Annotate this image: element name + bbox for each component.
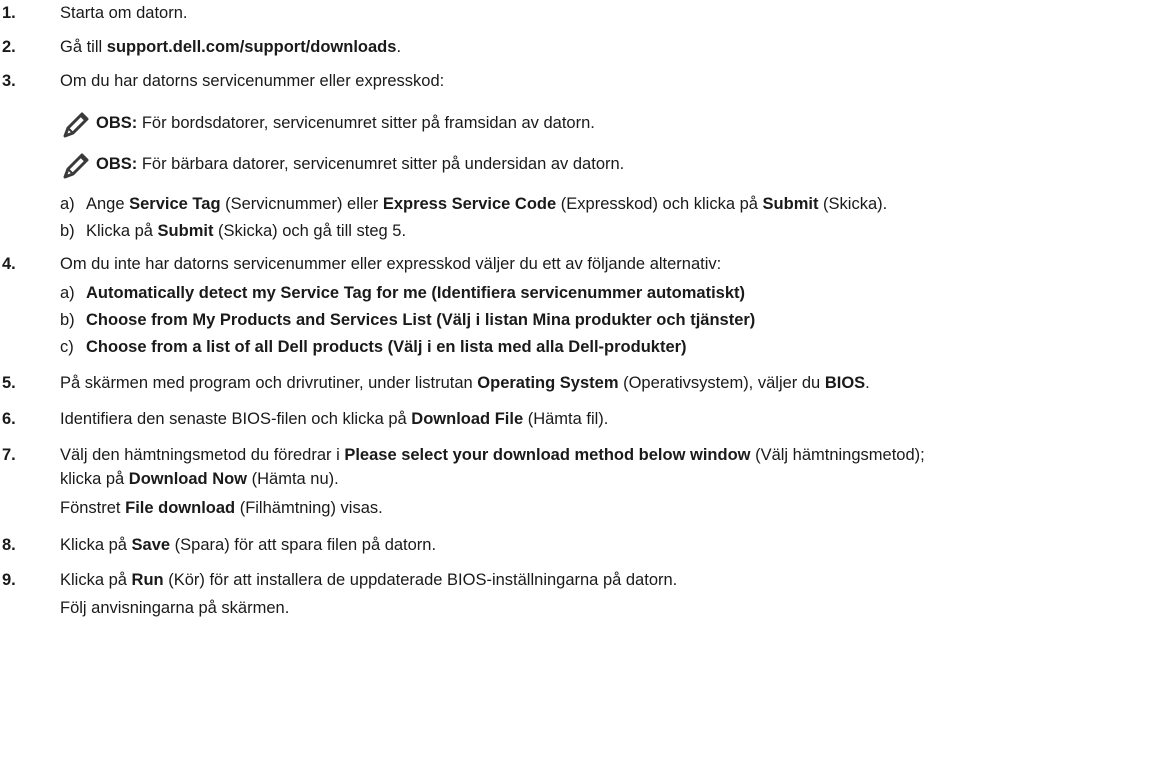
text-run: Följ anvisningarna på skärmen. <box>60 599 290 617</box>
text-run: (Servicnummer) eller <box>220 195 383 213</box>
step-number: 8. <box>2 536 16 554</box>
bold-text-run: Automatically detect my Service Tag for … <box>86 284 745 302</box>
step-text: Om du har datorns servicenummer eller ex… <box>60 68 444 95</box>
step-text: Fönstret File download (Filhämtning) vis… <box>60 495 383 522</box>
note-label: OBS: <box>96 114 138 132</box>
note-body: För bärbara datorer, servicenumret sitte… <box>137 155 625 173</box>
text-run: Klicka på <box>60 536 132 554</box>
bold-text-run: Express Service Code <box>382 195 557 213</box>
pencil-note-icon <box>63 112 89 138</box>
sub-text: Automatically detect my Service Tag for … <box>86 284 745 302</box>
step-number: 1. <box>2 4 16 22</box>
sub-letter: a) <box>60 284 75 302</box>
step-number: 6. <box>2 410 16 428</box>
text-run: (Spara) för att spara filen på datorn. <box>170 536 437 554</box>
text-run: (Kör) för att installera de uppdaterade … <box>163 571 678 589</box>
text-run: (Expresskod) och klicka på <box>556 195 763 213</box>
text-run: Klicka på <box>60 571 132 589</box>
text-run: (Operativsystem), väljer du <box>618 374 825 392</box>
bold-text-run: Choose from My Products and Services Lis… <box>86 311 756 329</box>
text-run: Ange <box>86 195 130 213</box>
text-run: . <box>396 38 402 56</box>
bold-text-run: File download <box>125 499 236 517</box>
bold-text-run: Submit <box>157 222 214 240</box>
bold-text-run: Download Now <box>128 470 248 488</box>
step-text: klicka på Download Now (Hämta nu). <box>60 466 339 493</box>
text-run: Om du inte har datorns servicenummer ell… <box>60 255 722 273</box>
step-4-sub-b: b) Choose from My Products and Services L… <box>60 311 755 330</box>
text-run: (Skicka) och gå till steg 5. <box>213 222 407 240</box>
sub-letter: b) <box>60 222 75 240</box>
text-run: (Hämta fil). <box>523 410 609 428</box>
step-number: 7. <box>2 446 16 464</box>
sub-text: Klicka på Submit (Skicka) och gå till st… <box>86 222 406 240</box>
bold-text-run: Download File <box>411 410 524 428</box>
note-body: För bordsdatorer, servicenumret sitter p… <box>137 114 595 132</box>
sub-letter: a) <box>60 195 75 213</box>
step-text: Följ anvisningarna på skärmen. <box>60 595 289 622</box>
step-text: Identifiera den senaste BIOS-filen och k… <box>60 406 608 433</box>
step-number: 2. <box>2 38 16 56</box>
note-text: OBS: För bärbara datorer, servicenumret … <box>96 155 624 174</box>
sub-text: Choose from a list of all Dell products … <box>86 338 687 356</box>
text-run: (Skicka). <box>818 195 888 213</box>
step-text: Gå till support.dell.com/support/downloa… <box>60 34 401 61</box>
bold-text-run: Save <box>131 536 171 554</box>
sub-letter: b) <box>60 311 75 329</box>
bold-text-run: Submit <box>762 195 819 213</box>
text-run: På skärmen med program och drivrutiner, … <box>60 374 478 392</box>
step-number: 4. <box>2 255 16 273</box>
text-run: Klicka på <box>86 222 158 240</box>
text-run: Starta om datorn. <box>60 4 188 22</box>
step-number: 3. <box>2 72 16 90</box>
text-run: (Filhämtning) visas. <box>235 499 383 517</box>
text-run: (Välj hämtningsmetod); <box>750 446 925 464</box>
text-run: (Hämta nu). <box>247 470 339 488</box>
text-run: Gå till <box>60 38 107 56</box>
sub-letter: c) <box>60 338 74 356</box>
bold-text-run: Operating System <box>477 374 619 392</box>
step-4-sub-a: a) Automatically detect my Service Tag fo… <box>60 284 745 303</box>
note-text: OBS: För bordsdatorer, servicenumret sit… <box>96 114 595 133</box>
bold-text-run: Please select your download method below… <box>344 446 751 464</box>
step-text: Klicka på Save (Spara) för att spara fil… <box>60 532 436 559</box>
sub-text: Ange Service Tag (Servicnummer) eller Ex… <box>86 195 887 213</box>
pencil-note-icon <box>63 153 89 179</box>
step-text: Om du inte har datorns servicenummer ell… <box>60 251 721 278</box>
sub-text: Choose from My Products and Services Lis… <box>86 311 755 329</box>
step-4-sub-c: c) Choose from a list of all Dell product… <box>60 338 687 357</box>
step-text: På skärmen med program och drivrutiner, … <box>60 370 870 397</box>
step-number: 9. <box>2 571 16 589</box>
text-run: Fönstret <box>60 499 126 517</box>
step-number: 5. <box>2 374 16 392</box>
bold-text-run: BIOS <box>824 374 866 392</box>
step-text: Välj den hämtningsmetod du föredrar i Pl… <box>60 442 925 469</box>
bold-text-run: Run <box>131 571 164 589</box>
text-run: Om du har datorns servicenummer eller ex… <box>60 72 445 90</box>
step-3-sub-b: b) Klicka på Submit (Skicka) och gå till … <box>60 222 406 241</box>
step-text: Starta om datorn. <box>60 0 187 27</box>
note-label: OBS: <box>96 155 138 173</box>
text-run: Välj den hämtningsmetod du föredrar i <box>60 446 345 464</box>
bold-text-run: support.dell.com/support/downloads <box>106 38 397 56</box>
step-3-sub-a: a) Ange Service Tag (Servicnummer) eller … <box>60 195 887 214</box>
text-run: Identifiera den senaste BIOS-filen och k… <box>60 410 412 428</box>
bold-text-run: Choose from a list of all Dell products … <box>86 338 687 356</box>
text-run: . <box>865 374 870 392</box>
text-run: klicka på <box>60 470 129 488</box>
bold-text-run: Service Tag <box>129 195 221 213</box>
step-text: Klicka på Run (Kör) för att installera d… <box>60 567 677 594</box>
